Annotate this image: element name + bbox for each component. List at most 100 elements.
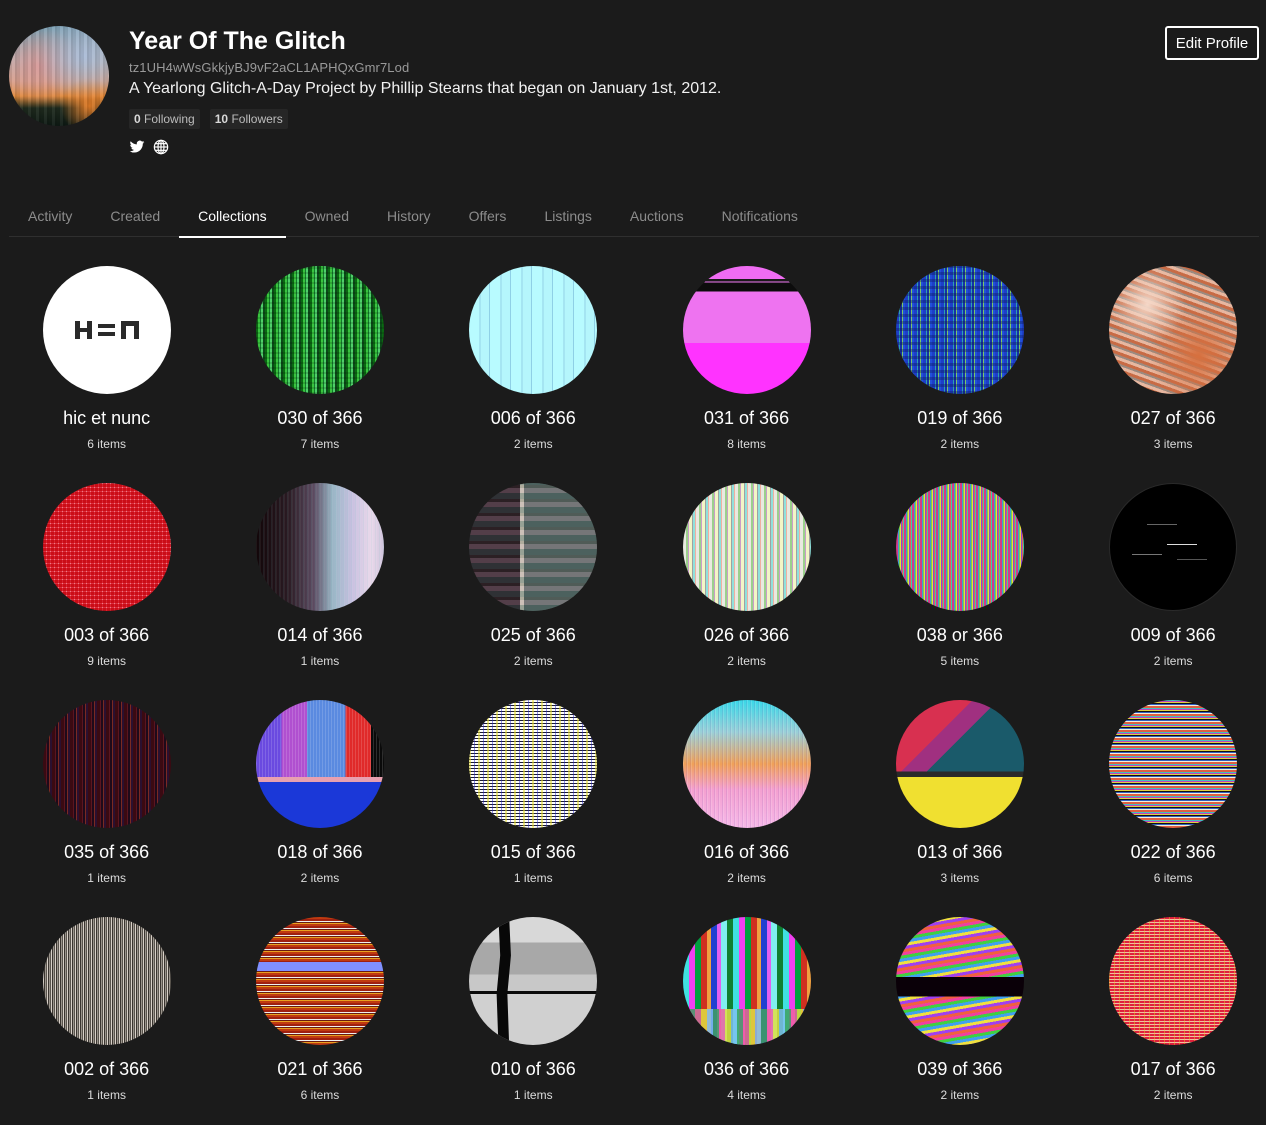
collection-item-count: 1 items: [87, 1088, 126, 1102]
collection-card[interactable]: 014 of 366 1 items: [213, 483, 426, 691]
collection-title[interactable]: 003 of 366: [64, 624, 149, 646]
collection-thumbnail[interactable]: [469, 483, 598, 611]
follow-stats: 0 Following 10 Followers: [129, 109, 721, 129]
collection-thumbnail[interactable]: [1109, 483, 1238, 611]
collection-item-count: 9 items: [87, 654, 126, 668]
collection-title[interactable]: 006 of 366: [491, 407, 576, 429]
wallet-address[interactable]: tz1UH4wWsGkkjyBJ9vF2aCL1APHQxGmr7Lod: [129, 60, 721, 75]
collection-thumbnail[interactable]: [255, 700, 384, 828]
collection-title[interactable]: 014 of 366: [277, 624, 362, 646]
collection-thumbnail[interactable]: [42, 917, 171, 1045]
collection-card[interactable]: 017 of 366 2 items: [1066, 917, 1266, 1125]
profile-bio: A Yearlong Glitch-A-Day Project by Phill…: [129, 80, 722, 97]
collection-thumbnail[interactable]: [895, 266, 1024, 394]
collection-title[interactable]: 015 of 366: [491, 841, 576, 863]
collection-title[interactable]: 026 of 366: [704, 624, 789, 646]
collection-title[interactable]: 038 or 366: [917, 624, 1003, 646]
collection-thumbnail[interactable]: [469, 700, 598, 828]
tab-owned[interactable]: Owned: [286, 194, 368, 237]
collection-title[interactable]: 031 of 366: [704, 407, 789, 429]
followers-badge[interactable]: 10 Followers: [209, 109, 288, 129]
collection-thumbnail[interactable]: [469, 917, 598, 1045]
collection-card[interactable]: 003 of 366 9 items: [0, 483, 213, 691]
collection-card[interactable]: hic et nunc 6 items: [0, 266, 213, 474]
collection-title[interactable]: 016 of 366: [704, 841, 789, 863]
collection-card[interactable]: 039 of 366 2 items: [853, 917, 1066, 1125]
collection-thumbnail[interactable]: [895, 483, 1024, 611]
edit-profile-button[interactable]: Edit Profile: [1165, 26, 1259, 60]
collection-thumbnail[interactable]: [682, 700, 811, 828]
collection-thumbnail[interactable]: [469, 266, 598, 394]
tab-notifications[interactable]: Notifications: [703, 194, 817, 237]
collection-card[interactable]: 038 or 366 5 items: [853, 483, 1066, 691]
collection-card[interactable]: 015 of 366 1 items: [427, 700, 640, 908]
collection-title[interactable]: 021 of 366: [277, 1058, 362, 1080]
profile-avatar: [9, 26, 109, 126]
collection-item-count: 2 items: [300, 871, 340, 885]
collection-card[interactable]: 002 of 366 1 items: [0, 917, 213, 1125]
collection-card[interactable]: 018 of 366 2 items: [213, 700, 426, 908]
collection-title[interactable]: 035 of 366: [64, 841, 149, 863]
collection-thumbnail[interactable]: [682, 483, 811, 611]
collection-thumbnail[interactable]: [682, 917, 811, 1045]
collection-thumbnail[interactable]: [42, 266, 171, 394]
collection-thumbnail[interactable]: [255, 483, 384, 611]
collection-title[interactable]: hic et nunc: [63, 407, 150, 429]
tab-created[interactable]: Created: [91, 194, 179, 237]
collection-title[interactable]: 039 of 366: [917, 1058, 1002, 1080]
collection-thumbnail[interactable]: [1109, 266, 1238, 394]
collection-item-count: 1 items: [300, 654, 340, 668]
collection-thumbnail[interactable]: [1109, 917, 1238, 1045]
collection-title[interactable]: 019 of 366: [917, 407, 1002, 429]
collection-thumbnail[interactable]: [895, 917, 1024, 1045]
collection-thumbnail[interactable]: [682, 266, 811, 394]
tab-listings[interactable]: Listings: [525, 194, 610, 237]
collection-title[interactable]: 027 of 366: [1131, 407, 1216, 429]
collection-title[interactable]: 036 of 366: [704, 1058, 789, 1080]
collection-title[interactable]: 013 of 366: [917, 841, 1002, 863]
collection-card[interactable]: 025 of 366 2 items: [427, 483, 640, 691]
tab-collections[interactable]: Collections: [179, 194, 287, 238]
collection-thumbnail[interactable]: [895, 700, 1024, 828]
following-count: 0: [134, 112, 141, 126]
collection-title[interactable]: 017 of 366: [1131, 1058, 1216, 1080]
collection-card[interactable]: 022 of 366 6 items: [1066, 700, 1266, 908]
profile-tabs: Activity Created Collections Owned Histo…: [9, 194, 1259, 238]
collection-title[interactable]: 002 of 366: [64, 1058, 149, 1080]
tab-offers[interactable]: Offers: [450, 194, 526, 237]
collection-card[interactable]: 019 of 366 2 items: [853, 266, 1066, 474]
collection-title[interactable]: 025 of 366: [491, 624, 576, 646]
collection-card[interactable]: 013 of 366 3 items: [853, 700, 1066, 908]
collection-title[interactable]: 030 of 366: [277, 407, 362, 429]
collection-title[interactable]: 009 of 366: [1131, 624, 1216, 646]
collection-card[interactable]: 021 of 366 6 items: [213, 917, 426, 1125]
collection-card[interactable]: 006 of 366 2 items: [427, 266, 640, 474]
collection-thumbnail[interactable]: [255, 917, 384, 1045]
collection-title[interactable]: 022 of 366: [1131, 841, 1216, 863]
tab-auctions[interactable]: Auctions: [611, 194, 703, 237]
twitter-icon[interactable]: [129, 139, 145, 155]
following-badge[interactable]: 0 Following: [129, 109, 200, 129]
collection-item-count: 1 items: [87, 871, 126, 885]
collection-card[interactable]: 009 of 366 2 items: [1066, 483, 1266, 691]
collection-item-count: 2 items: [940, 1088, 980, 1102]
tab-history[interactable]: History: [368, 194, 450, 237]
collection-thumbnail[interactable]: [42, 483, 171, 611]
collection-thumbnail[interactable]: [42, 700, 171, 828]
collection-card[interactable]: 036 of 366 4 items: [640, 917, 853, 1125]
globe-icon[interactable]: [153, 139, 169, 155]
collection-title[interactable]: 018 of 366: [277, 841, 362, 863]
collection-thumbnail[interactable]: [255, 266, 384, 394]
collection-item-count: 1 items: [513, 1088, 553, 1102]
collection-thumbnail[interactable]: [1109, 700, 1238, 828]
collection-card[interactable]: 026 of 366 2 items: [640, 483, 853, 691]
collection-card[interactable]: 016 of 366 2 items: [640, 700, 853, 908]
collection-card[interactable]: 030 of 366 7 items: [213, 266, 426, 474]
tab-activity[interactable]: Activity: [9, 194, 91, 237]
collection-item-count: 2 items: [727, 654, 766, 668]
collection-card[interactable]: 027 of 366 3 items: [1066, 266, 1266, 474]
collection-card[interactable]: 031 of 366 8 items: [640, 266, 853, 474]
collection-title[interactable]: 010 of 366: [491, 1058, 576, 1080]
collection-card[interactable]: 035 of 366 1 items: [0, 700, 213, 908]
collection-card[interactable]: 010 of 366 1 items: [427, 917, 640, 1125]
